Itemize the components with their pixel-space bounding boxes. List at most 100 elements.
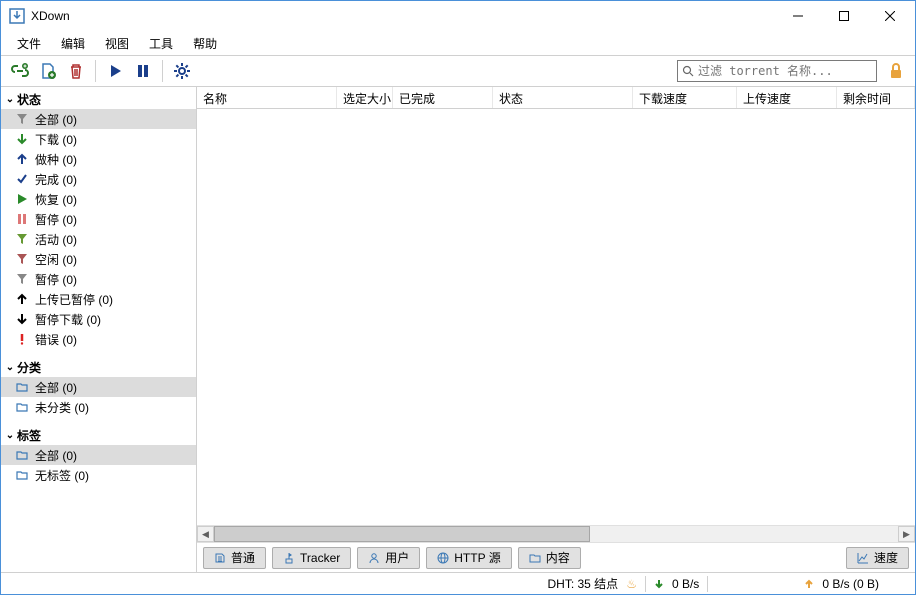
sidebar-status-upload-paused[interactable]: 上传已暂停 (0) xyxy=(1,289,196,309)
arrow-up-solid-icon xyxy=(15,292,29,306)
menu-file[interactable]: 文件 xyxy=(7,32,51,55)
scroll-thumb[interactable] xyxy=(214,526,590,542)
tab-http-sources[interactable]: HTTP 源 xyxy=(426,547,511,569)
scroll-track[interactable] xyxy=(214,526,898,542)
menu-edit[interactable]: 编辑 xyxy=(51,32,95,55)
sidebar-tag-untagged[interactable]: 无标签 (0) xyxy=(1,465,196,485)
main-area: ⌄状态 全部 (0) 下载 (0) 做种 (0) 完成 (0) 恢复 (0) 暂… xyxy=(1,87,915,572)
sidebar-status-completed[interactable]: 完成 (0) xyxy=(1,169,196,189)
start-button[interactable] xyxy=(102,58,128,84)
arrow-down-icon xyxy=(654,579,664,589)
menu-view[interactable]: 视图 xyxy=(95,32,139,55)
window-title: XDown xyxy=(31,9,775,23)
menu-tools[interactable]: 工具 xyxy=(139,32,183,55)
minimize-button[interactable] xyxy=(775,1,821,31)
column-upspeed[interactable]: 上传速度 xyxy=(737,87,837,108)
tab-general[interactable]: 普通 xyxy=(203,547,266,569)
status-dht: DHT: 35 结点 xyxy=(548,575,619,592)
sidebar-category-uncategorized[interactable]: 未分类 (0) xyxy=(1,397,196,417)
status-download-speed: 0 B/s xyxy=(672,577,699,591)
sidebar-status-active[interactable]: 活动 (0) xyxy=(1,229,196,249)
sidebar-status-downloading[interactable]: 下载 (0) xyxy=(1,129,196,149)
error-icon xyxy=(15,332,29,346)
table-body[interactable] xyxy=(197,109,915,525)
sidebar-category-all[interactable]: 全部 (0) xyxy=(1,377,196,397)
search-icon xyxy=(682,65,694,77)
column-name[interactable]: 名称 xyxy=(197,87,337,108)
funnel-icon xyxy=(15,252,29,266)
funnel-icon xyxy=(15,232,29,246)
horizontal-scrollbar[interactable]: ◀ ▶ xyxy=(197,525,915,542)
folder-icon xyxy=(15,468,29,482)
toolbar xyxy=(1,55,915,87)
app-icon xyxy=(9,8,25,24)
info-icon xyxy=(214,552,226,564)
column-status[interactable]: 状态 xyxy=(493,87,633,108)
sidebar-status-stalled[interactable]: 暂停 (0) xyxy=(1,269,196,289)
sidebar-tag-all[interactable]: 全部 (0) xyxy=(1,445,196,465)
titlebar: XDown xyxy=(1,1,915,31)
globe-icon xyxy=(437,552,449,564)
toolbar-separator xyxy=(162,60,163,82)
pause-button[interactable] xyxy=(130,58,156,84)
sidebar-header-status[interactable]: ⌄状态 xyxy=(1,89,196,109)
caret-down-icon: ⌄ xyxy=(3,362,17,373)
add-link-button[interactable] xyxy=(7,58,33,84)
sidebar-status-all[interactable]: 全部 (0) xyxy=(1,109,196,129)
tab-users[interactable]: 用户 xyxy=(357,547,420,569)
column-eta[interactable]: 剩余时间 xyxy=(837,87,915,108)
folder-icon xyxy=(15,400,29,414)
table-header: 名称 选定大小 已完成 状态 下载速度 上传速度 剩余时间 xyxy=(197,87,915,109)
scroll-left-button[interactable]: ◀ xyxy=(197,526,214,542)
column-size[interactable]: 选定大小 xyxy=(337,87,393,108)
tracker-icon xyxy=(283,552,295,564)
lock-button[interactable] xyxy=(883,58,909,84)
caret-down-icon: ⌄ xyxy=(3,430,17,441)
menubar: 文件 编辑 视图 工具 帮助 xyxy=(1,31,915,55)
folder-icon xyxy=(529,552,541,564)
arrow-down-icon xyxy=(15,132,29,146)
sidebar-status-download-paused[interactable]: 暂停下载 (0) xyxy=(1,309,196,329)
arrow-up-icon xyxy=(804,579,814,589)
search-box[interactable] xyxy=(677,60,877,82)
caret-down-icon: ⌄ xyxy=(3,94,17,105)
status-upload-speed: 0 B/s (0 B) xyxy=(822,577,879,591)
search-input[interactable] xyxy=(698,64,872,78)
chart-icon xyxy=(857,552,869,564)
settings-button[interactable] xyxy=(169,58,195,84)
toolbar-separator xyxy=(95,60,96,82)
sidebar-status-seeding[interactable]: 做种 (0) xyxy=(1,149,196,169)
folder-icon xyxy=(15,380,29,394)
arrow-up-icon xyxy=(15,152,29,166)
sidebar-header-tags[interactable]: ⌄标签 xyxy=(1,425,196,445)
pause-icon xyxy=(15,212,29,226)
arrow-down-solid-icon xyxy=(15,312,29,326)
sidebar: ⌄状态 全部 (0) 下载 (0) 做种 (0) 完成 (0) 恢复 (0) 暂… xyxy=(1,87,197,572)
maximize-button[interactable] xyxy=(821,1,867,31)
tab-content[interactable]: 内容 xyxy=(518,547,581,569)
scroll-right-button[interactable]: ▶ xyxy=(898,526,915,542)
folder-icon xyxy=(15,448,29,462)
delete-button[interactable] xyxy=(63,58,89,84)
close-button[interactable] xyxy=(867,1,913,31)
users-icon xyxy=(368,552,380,564)
flame-icon: ♨ xyxy=(626,577,637,591)
sidebar-status-errored[interactable]: 错误 (0) xyxy=(1,329,196,349)
tab-speed[interactable]: 速度 xyxy=(846,547,909,569)
menu-help[interactable]: 帮助 xyxy=(183,32,227,55)
sidebar-header-categories[interactable]: ⌄分类 xyxy=(1,357,196,377)
sidebar-status-inactive[interactable]: 空闲 (0) xyxy=(1,249,196,269)
play-icon xyxy=(15,192,29,206)
funnel-icon xyxy=(15,112,29,126)
funnel-icon xyxy=(15,272,29,286)
sidebar-status-paused[interactable]: 暂停 (0) xyxy=(1,209,196,229)
add-file-button[interactable] xyxy=(35,58,61,84)
tab-tracker[interactable]: Tracker xyxy=(272,547,351,569)
column-done[interactable]: 已完成 xyxy=(393,87,493,108)
details-tabs: 普通 Tracker 用户 HTTP 源 内容 速度 xyxy=(197,542,915,572)
check-icon xyxy=(15,172,29,186)
statusbar: DHT: 35 结点 ♨ 0 B/s 0 B/s (0 B) xyxy=(1,572,915,594)
sidebar-status-resumed[interactable]: 恢复 (0) xyxy=(1,189,196,209)
column-dlspeed[interactable]: 下载速度 xyxy=(633,87,737,108)
content-area: 名称 选定大小 已完成 状态 下载速度 上传速度 剩余时间 ◀ ▶ 普通 Tra… xyxy=(197,87,915,572)
